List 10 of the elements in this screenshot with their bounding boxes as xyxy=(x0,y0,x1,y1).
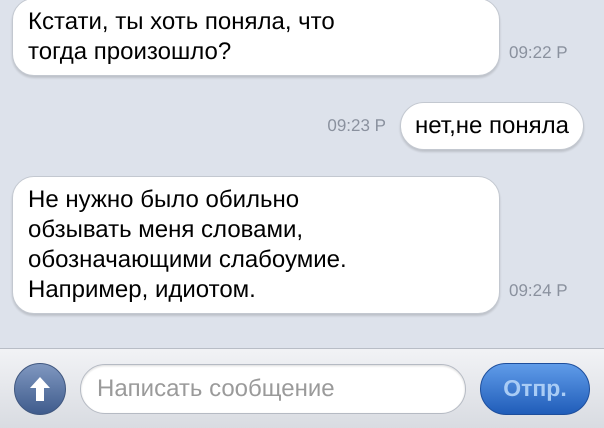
message-bubble: Не нужно было обильно обзывать меня словами, обозначающими слабоумие. Например, идиотом. xyxy=(12,176,500,314)
message-input[interactable]: Написать сообщение xyxy=(80,364,466,414)
message-time: 09:22 P xyxy=(509,43,568,62)
up-arrow-icon xyxy=(29,376,51,402)
message-time: 09:24 P xyxy=(509,281,568,300)
send-button[interactable]: Отпр. xyxy=(480,362,590,414)
message-bubble: нет,не поняла xyxy=(400,102,584,150)
message-bubble: Кстати, ты хоть поняла, что тогда произошло? xyxy=(12,0,500,76)
attach-button[interactable] xyxy=(14,362,66,414)
message-time: 09:23 P xyxy=(327,115,386,138)
